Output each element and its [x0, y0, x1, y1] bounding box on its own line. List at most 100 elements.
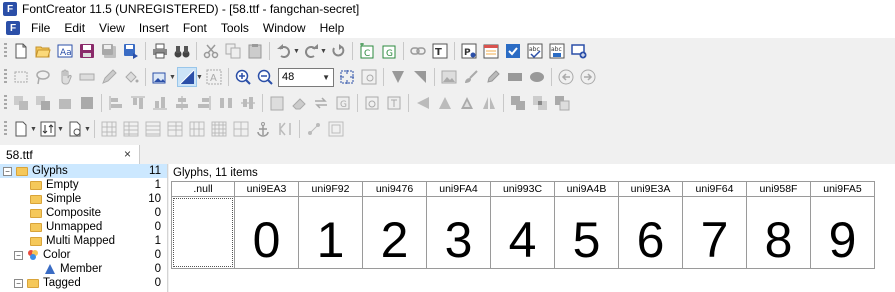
calendar-button[interactable]: [482, 42, 500, 60]
transform-button[interactable]: [363, 94, 381, 112]
table-view-button[interactable]: [122, 120, 140, 138]
zoom-fit-button[interactable]: [338, 68, 356, 86]
properties-button[interactable]: P: [460, 42, 478, 60]
print-button[interactable]: [151, 42, 169, 60]
frame-grid-button[interactable]: [327, 120, 345, 138]
columns-view-button[interactable]: [188, 120, 206, 138]
tree-item-empty[interactable]: Empty 1: [0, 178, 167, 192]
hand-tool-button[interactable]: [56, 68, 74, 86]
zoom-in-button[interactable]: [234, 68, 252, 86]
insert-characters-button[interactable]: C: [358, 42, 376, 60]
tree-item-glyphs[interactable]: − Glyphs 11: [0, 164, 167, 178]
pen-button[interactable]: [484, 68, 502, 86]
fit-glyph-button[interactable]: A: [205, 68, 223, 86]
glyph-cell[interactable]: .null: [172, 182, 235, 269]
tree-item-member[interactable]: Member 0: [0, 262, 167, 276]
link-button[interactable]: [409, 42, 427, 60]
copy-button[interactable]: [224, 42, 242, 60]
align-right-button[interactable]: [195, 94, 213, 112]
combine-button[interactable]: [56, 94, 74, 112]
fill-button[interactable]: [122, 68, 140, 86]
eraser-button[interactable]: [290, 94, 308, 112]
metrics-button[interactable]: [385, 94, 403, 112]
save-all-button[interactable]: [100, 42, 118, 60]
cut-button[interactable]: [202, 42, 220, 60]
redo-dropdown[interactable]: ▼: [320, 42, 327, 60]
toolbar-grip[interactable]: [4, 43, 7, 59]
tab-58-ttf[interactable]: 58.ttf ×: [0, 145, 140, 164]
glyph-cell[interactable]: uni9FA5 9: [811, 182, 875, 269]
image-select-button[interactable]: [151, 68, 169, 86]
align-top-button[interactable]: [129, 94, 147, 112]
anchor-button[interactable]: [254, 120, 272, 138]
open-button[interactable]: [34, 42, 52, 60]
triangle-tool-button[interactable]: [389, 68, 407, 86]
rotate-button[interactable]: [458, 94, 476, 112]
subtract-button[interactable]: [553, 94, 571, 112]
toolbar-grip[interactable]: [4, 69, 7, 85]
glyph-cell[interactable]: uni9EA3 0: [235, 182, 299, 269]
validate-button[interactable]: [504, 42, 522, 60]
align-bottom-button[interactable]: [151, 94, 169, 112]
union-button[interactable]: [509, 94, 527, 112]
font-properties-button[interactable]: Aa: [56, 42, 74, 60]
menu-file[interactable]: File: [24, 21, 57, 35]
page-setup-button[interactable]: [66, 120, 84, 138]
align-center-button[interactable]: [173, 94, 191, 112]
new-page-dropdown[interactable]: ▼: [30, 120, 37, 138]
angle-tool-button[interactable]: [411, 68, 429, 86]
menu-tools[interactable]: Tools: [214, 21, 256, 35]
outline-view-dropdown[interactable]: ▼: [196, 68, 203, 86]
glyph-cell[interactable]: uni9A4B 5: [555, 182, 619, 269]
zoom-window-button[interactable]: [360, 68, 378, 86]
ellipse-shape-button[interactable]: [528, 68, 546, 86]
background-image-button[interactable]: [440, 68, 458, 86]
menu-window[interactable]: Window: [256, 21, 313, 35]
previous-glyph-button[interactable]: [557, 68, 575, 86]
next-glyph-button[interactable]: [579, 68, 597, 86]
tree-item-simple[interactable]: Simple 10: [0, 192, 167, 206]
large-grid-button[interactable]: [232, 120, 250, 138]
collapse-icon[interactable]: −: [14, 278, 23, 288]
image-select-dropdown[interactable]: ▼: [169, 68, 176, 86]
menu-font[interactable]: Font: [176, 21, 214, 35]
tree-item-color[interactable]: − Color 0: [0, 248, 167, 262]
glyph-cell[interactable]: uni9E3A 6: [619, 182, 683, 269]
sort-button[interactable]: [39, 120, 57, 138]
glyph-cell[interactable]: uni9FA4 3: [427, 182, 491, 269]
glyph-cell[interactable]: uni9F92 1: [299, 182, 363, 269]
flip-left-button[interactable]: [414, 94, 432, 112]
redo-button[interactable]: [302, 42, 320, 60]
glyph-cell[interactable]: uni993C 4: [491, 182, 555, 269]
align-left-button[interactable]: [107, 94, 125, 112]
glyph-cell[interactable]: uni958F 8: [747, 182, 811, 269]
intersect-button[interactable]: [531, 94, 549, 112]
spell-check-button[interactable]: abc: [526, 42, 544, 60]
clipboard-contour-button[interactable]: [268, 94, 286, 112]
sort-dropdown[interactable]: ▼: [57, 120, 64, 138]
menu-help[interactable]: Help: [313, 21, 352, 35]
tree-item-multi-mapped[interactable]: Multi Mapped 1: [0, 234, 167, 248]
collapse-icon[interactable]: −: [14, 250, 23, 260]
glyph-cell[interactable]: uni9476 2: [363, 182, 427, 269]
kerning-button[interactable]: [276, 120, 294, 138]
pencil-button[interactable]: [100, 68, 118, 86]
tree-item-unmapped[interactable]: Unmapped 0: [0, 220, 167, 234]
lasso-button[interactable]: [34, 68, 52, 86]
grid-view-button[interactable]: [100, 120, 118, 138]
new-font-button[interactable]: [12, 42, 30, 60]
toolbar-grip[interactable]: [4, 121, 7, 137]
glyph-cell[interactable]: uni9F64 7: [683, 182, 747, 269]
toolbar-grip[interactable]: [4, 95, 7, 111]
tree-item-tagged[interactable]: − Tagged 0: [0, 276, 167, 290]
paste-button[interactable]: [246, 42, 264, 60]
tree-item-composite[interactable]: Composite 0: [0, 206, 167, 220]
undo-button[interactable]: [275, 42, 293, 60]
convert-button[interactable]: [312, 94, 330, 112]
glyph-info-button[interactable]: G: [334, 94, 352, 112]
small-grid-button[interactable]: [210, 120, 228, 138]
flip-up-button[interactable]: [436, 94, 454, 112]
zoom-out-button[interactable]: [256, 68, 274, 86]
outline-view-button[interactable]: [177, 67, 197, 87]
preview-button[interactable]: [570, 42, 588, 60]
